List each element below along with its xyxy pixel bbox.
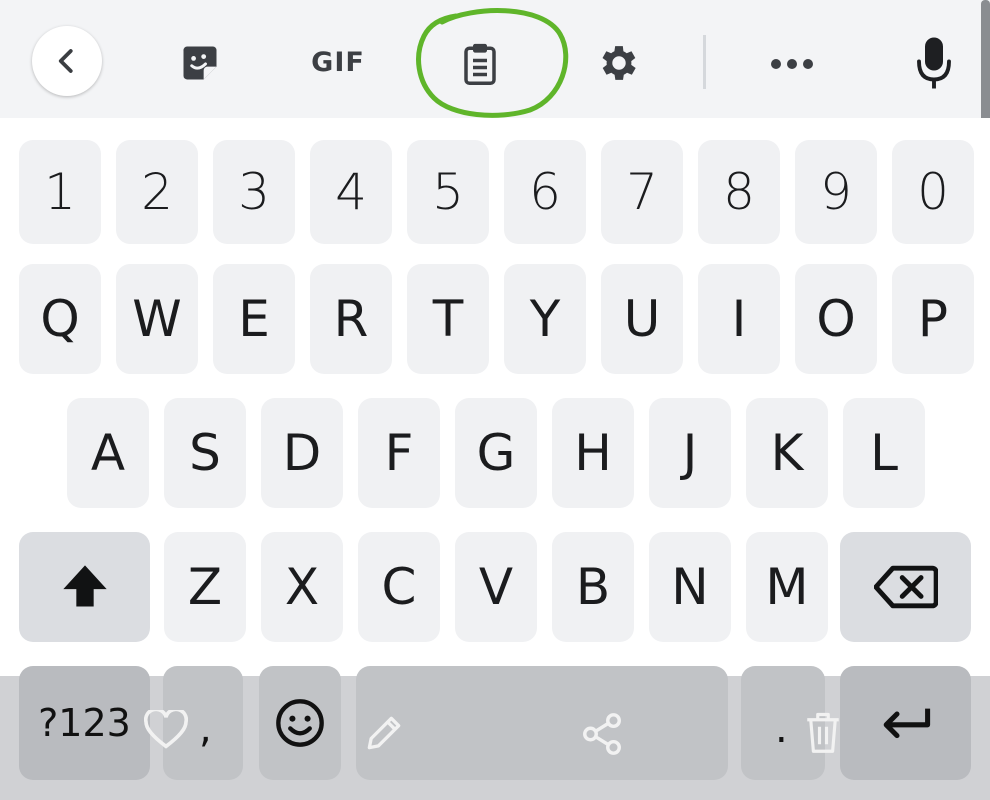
microphone-icon (917, 37, 951, 89)
letter-key[interactable]: F (358, 398, 440, 508)
letter-key[interactable]: R (310, 264, 392, 374)
enter-key[interactable] (840, 666, 971, 780)
back-button[interactable] (32, 26, 102, 96)
heart-icon (144, 710, 188, 749)
number-key[interactable]: 9 (795, 140, 877, 244)
number-key[interactable]: 3 (213, 140, 295, 244)
letter-key[interactable]: Q (19, 264, 101, 374)
chevron-left-icon (58, 49, 73, 73)
letter-key[interactable]: Y (504, 264, 586, 374)
letter-key[interactable]: X (261, 532, 343, 642)
symbols-key-label: ?123 (38, 701, 131, 745)
letter-key[interactable]: Z (164, 532, 246, 642)
number-key[interactable]: 6 (504, 140, 586, 244)
comma-key-label: , (199, 706, 212, 752)
number-key[interactable]: 7 (601, 140, 683, 244)
letter-key[interactable]: K (746, 398, 828, 508)
delete-button[interactable] (796, 704, 850, 760)
edit-button[interactable] (357, 706, 411, 760)
letter-key[interactable]: G (455, 398, 537, 508)
keyboard-toolbar: GIF (0, 0, 990, 180)
settings-button[interactable] (592, 36, 646, 90)
letter-key[interactable]: T (407, 264, 489, 374)
shift-key[interactable] (19, 532, 150, 642)
letter-key[interactable]: B (552, 532, 634, 642)
number-key[interactable]: 0 (892, 140, 974, 244)
letter-key[interactable]: S (164, 398, 246, 508)
more-horizontal-icon (771, 59, 813, 69)
bottom-action-overlay: ?123 , . (0, 666, 990, 800)
number-key[interactable]: 1 (19, 140, 101, 244)
number-key[interactable]: 5 (407, 140, 489, 244)
number-key[interactable]: 2 (116, 140, 198, 244)
letter-key[interactable]: W (116, 264, 198, 374)
letter-key[interactable]: U (601, 264, 683, 374)
share-button[interactable] (574, 706, 630, 762)
number-key[interactable]: 8 (698, 140, 780, 244)
letter-key[interactable]: L (843, 398, 925, 508)
letter-row-1: QWERTYUIOP (0, 264, 990, 374)
period-key-label: . (775, 706, 788, 752)
clipboard-button[interactable] (452, 36, 508, 92)
trash-icon (807, 712, 839, 753)
clipboard-icon (464, 43, 496, 85)
share-icon (583, 713, 621, 755)
sticker-button[interactable] (170, 38, 230, 88)
like-button[interactable] (140, 704, 192, 756)
letter-key[interactable]: E (213, 264, 295, 374)
letter-key[interactable]: A (67, 398, 149, 508)
letter-row-2: ASDFGHJKL (0, 398, 990, 508)
letter-row-3: ZXCVBNM (0, 532, 990, 642)
gif-button[interactable]: GIF (300, 40, 376, 84)
letter-key[interactable]: I (698, 264, 780, 374)
space-key[interactable] (356, 666, 728, 780)
letter-key[interactable]: O (795, 264, 877, 374)
backspace-key[interactable] (840, 532, 971, 642)
backspace-icon (873, 565, 938, 609)
letter-key[interactable]: C (358, 532, 440, 642)
symbols-key[interactable]: ?123 (19, 666, 150, 780)
toolbar-divider (703, 35, 706, 89)
sticker-icon (183, 46, 217, 80)
pencil-icon (367, 716, 401, 750)
gear-icon (602, 46, 636, 80)
letter-key[interactable]: N (649, 532, 731, 642)
letter-key[interactable]: D (261, 398, 343, 508)
letter-key[interactable]: H (552, 398, 634, 508)
voice-input-button[interactable] (908, 34, 960, 92)
emoji-key[interactable] (259, 666, 341, 780)
emoji-icon (276, 699, 324, 747)
letter-key[interactable]: P (892, 264, 974, 374)
more-button[interactable] (762, 44, 822, 84)
letter-key[interactable]: J (649, 398, 731, 508)
letter-key[interactable]: V (455, 532, 537, 642)
number-row: 1234567890 (0, 140, 990, 244)
letter-key[interactable]: M (746, 532, 828, 642)
enter-icon (883, 708, 930, 739)
number-key[interactable]: 4 (310, 140, 392, 244)
shift-icon (62, 565, 107, 607)
